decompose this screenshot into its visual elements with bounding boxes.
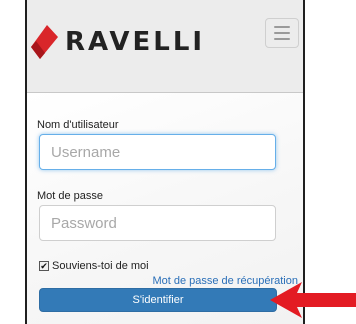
ravelli-flame-logo-icon: [31, 25, 58, 59]
brand-name: RAVELLI: [65, 27, 206, 57]
remember-me-label: Souviens-toi de moi: [52, 260, 149, 272]
app-header: RAVELLI: [27, 0, 303, 93]
remember-me[interactable]: ✔ Souviens-toi de moi: [39, 260, 149, 272]
login-form: Nom d'utilisateur Mot de passe ✔ Souvien…: [27, 93, 303, 324]
password-label: Mot de passe: [37, 190, 104, 202]
hamburger-menu-icon[interactable]: [265, 18, 299, 48]
password-input[interactable]: [39, 205, 276, 241]
red-arrow-pointing-left-icon: [270, 282, 356, 318]
remember-me-checkbox[interactable]: ✔: [39, 261, 49, 271]
username-label: Nom d'utilisateur: [37, 119, 119, 131]
brand-logo[interactable]: RAVELLI: [31, 25, 205, 59]
login-button[interactable]: S'identifier: [39, 288, 277, 312]
username-input[interactable]: [39, 134, 276, 170]
mobile-frame: RAVELLI Nom d'utilisateur Mot de passe ✔…: [25, 0, 305, 324]
